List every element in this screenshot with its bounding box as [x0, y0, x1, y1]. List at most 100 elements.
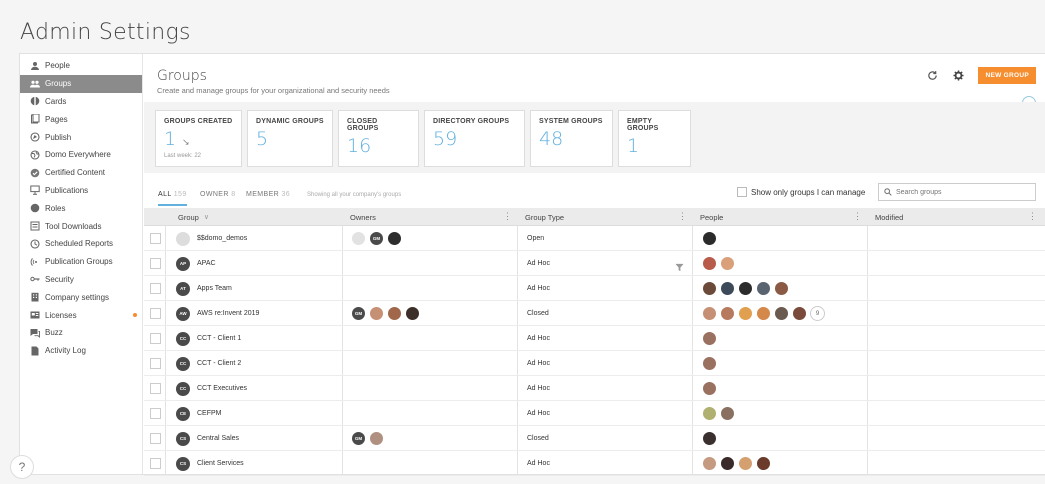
- summary-card-groups-created[interactable]: GROUPS CREATED 1 ↘ Last week: 22: [155, 110, 242, 167]
- owner-avatar[interactable]: [405, 306, 420, 321]
- group-name[interactable]: APAC: [197, 260, 216, 267]
- tab-owner[interactable]: OWNER 8: [200, 191, 236, 198]
- table-row[interactable]: AT Apps Team Ad Hoc: [144, 276, 1045, 301]
- new-group-button[interactable]: NEW GROUP: [978, 67, 1036, 84]
- sidebar-item-cards[interactable]: Cards: [20, 93, 142, 111]
- owner-avatar[interactable]: [387, 231, 402, 246]
- column-header-group[interactable]: Group ∨: [170, 208, 342, 226]
- sidebar-item-licenses[interactable]: Licenses: [20, 306, 142, 324]
- sidebar-item-people[interactable]: People: [20, 57, 142, 75]
- column-menu-icon[interactable]: ⋮: [853, 212, 862, 221]
- owner-avatar[interactable]: [387, 306, 402, 321]
- sidebar-item-buzz[interactable]: Buzz: [20, 324, 142, 342]
- sidebar-item-security[interactable]: Security: [20, 271, 142, 289]
- group-cell[interactable]: CC CCT - Client 1: [176, 326, 241, 351]
- person-avatar[interactable]: [738, 456, 753, 471]
- person-avatar[interactable]: [702, 431, 717, 446]
- person-avatar[interactable]: [720, 281, 735, 296]
- table-row[interactable]: CC CCT Executives Ad Hoc: [144, 376, 1045, 401]
- manage-checkbox[interactable]: [737, 187, 747, 197]
- person-avatar[interactable]: [774, 306, 789, 321]
- refresh-icon[interactable]: [926, 70, 938, 82]
- group-name[interactable]: CCT Executives: [197, 385, 247, 392]
- column-menu-icon[interactable]: ⋮: [1028, 212, 1037, 221]
- table-row[interactable]: CC CCT - Client 2 Ad Hoc: [144, 351, 1045, 376]
- group-name[interactable]: $$domo_demos: [197, 235, 247, 242]
- sidebar-item-certified-content[interactable]: Certified Content: [20, 164, 142, 182]
- column-header-people[interactable]: People ⋮: [692, 208, 867, 226]
- summary-card-empty-groups[interactable]: EMPTY GROUPS 1: [618, 110, 691, 167]
- manage-filter[interactable]: Show only groups I can manage: [737, 187, 865, 197]
- group-name[interactable]: CCT - Client 1: [197, 335, 241, 342]
- row-checkbox[interactable]: [150, 458, 161, 469]
- sidebar-item-groups[interactable]: Groups: [20, 74, 142, 93]
- summary-card-closed-groups[interactable]: CLOSED GROUPS 16: [338, 110, 419, 167]
- column-menu-icon[interactable]: ⋮: [503, 212, 512, 221]
- person-avatar[interactable]: [720, 306, 735, 321]
- row-checkbox[interactable]: [150, 333, 161, 344]
- sidebar-item-publication-groups[interactable]: Publication Groups: [20, 253, 142, 271]
- sidebar-item-pages[interactable]: Pages: [20, 110, 142, 128]
- row-checkbox[interactable]: [150, 308, 161, 319]
- sidebar-item-tool-downloads[interactable]: Tool Downloads: [20, 217, 142, 235]
- more-people-count[interactable]: 9: [810, 306, 825, 321]
- person-avatar[interactable]: [756, 281, 771, 296]
- tab-all[interactable]: ALL 159: [158, 191, 187, 198]
- row-checkbox[interactable]: [150, 233, 161, 244]
- filter-icon[interactable]: [675, 259, 684, 277]
- person-avatar[interactable]: [774, 281, 789, 296]
- person-avatar[interactable]: [702, 331, 717, 346]
- table-row[interactable]: CC CCT - Client 1 Ad Hoc: [144, 326, 1045, 351]
- group-cell[interactable]: AP APAC: [176, 251, 216, 276]
- table-row[interactable]: AW AWS re:Invent 2019 GM Closed 9: [144, 301, 1045, 326]
- row-checkbox[interactable]: [150, 283, 161, 294]
- group-cell[interactable]: $$domo_demos: [176, 226, 247, 251]
- search-box[interactable]: [878, 183, 1036, 201]
- group-cell[interactable]: CC CCT Executives: [176, 376, 247, 401]
- column-header-owners[interactable]: Owners ⋮: [342, 208, 517, 226]
- table-row[interactable]: CE CEFPM Ad Hoc: [144, 401, 1045, 426]
- group-cell[interactable]: CS Client Services: [176, 451, 244, 476]
- table-row[interactable]: $$domo_demos GM Open: [144, 226, 1045, 251]
- person-avatar[interactable]: [702, 406, 717, 421]
- person-avatar[interactable]: [720, 256, 735, 271]
- sidebar-item-scheduled-reports[interactable]: Scheduled Reports: [20, 235, 142, 253]
- person-avatar[interactable]: [702, 381, 717, 396]
- row-checkbox[interactable]: [150, 408, 161, 419]
- table-row[interactable]: CS Central Sales GM Closed: [144, 426, 1045, 451]
- person-avatar[interactable]: [702, 356, 717, 371]
- sidebar-item-publications[interactable]: Publications: [20, 182, 142, 200]
- row-checkbox[interactable]: [150, 383, 161, 394]
- sidebar-item-activity-log[interactable]: Activity Log: [20, 342, 142, 360]
- person-avatar[interactable]: [738, 306, 753, 321]
- row-checkbox[interactable]: [150, 258, 161, 269]
- column-header-group-type[interactable]: Group Type ⋮: [517, 208, 692, 226]
- person-avatar[interactable]: [756, 306, 771, 321]
- group-cell[interactable]: CE CEFPM: [176, 401, 222, 426]
- table-row[interactable]: CS Client Services Ad Hoc: [144, 451, 1045, 476]
- help-button[interactable]: ?: [10, 455, 34, 479]
- row-checkbox[interactable]: [150, 433, 161, 444]
- group-cell[interactable]: CC CCT - Client 2: [176, 351, 241, 376]
- group-name[interactable]: Client Services: [197, 460, 244, 467]
- person-avatar[interactable]: [738, 281, 753, 296]
- person-avatar[interactable]: [702, 456, 717, 471]
- person-avatar[interactable]: [756, 456, 771, 471]
- person-avatar[interactable]: [792, 306, 807, 321]
- tab-member[interactable]: MEMBER 36: [246, 191, 290, 198]
- person-avatar[interactable]: [720, 406, 735, 421]
- gear-icon[interactable]: [952, 70, 964, 82]
- group-cell[interactable]: AT Apps Team: [176, 276, 232, 301]
- sidebar-item-roles[interactable]: Roles: [20, 199, 142, 217]
- summary-card-dynamic-groups[interactable]: DYNAMIC GROUPS 5: [247, 110, 333, 167]
- column-header-modified[interactable]: Modified ⋮: [867, 208, 1042, 226]
- group-name[interactable]: Central Sales: [197, 435, 239, 442]
- group-name[interactable]: AWS re:Invent 2019: [197, 310, 259, 317]
- person-avatar[interactable]: [702, 281, 717, 296]
- person-avatar[interactable]: [702, 256, 717, 271]
- row-checkbox[interactable]: [150, 358, 161, 369]
- owner-avatar[interactable]: [369, 431, 384, 446]
- group-name[interactable]: Apps Team: [197, 285, 232, 292]
- owner-avatar[interactable]: [369, 306, 384, 321]
- group-cell[interactable]: CS Central Sales: [176, 426, 239, 451]
